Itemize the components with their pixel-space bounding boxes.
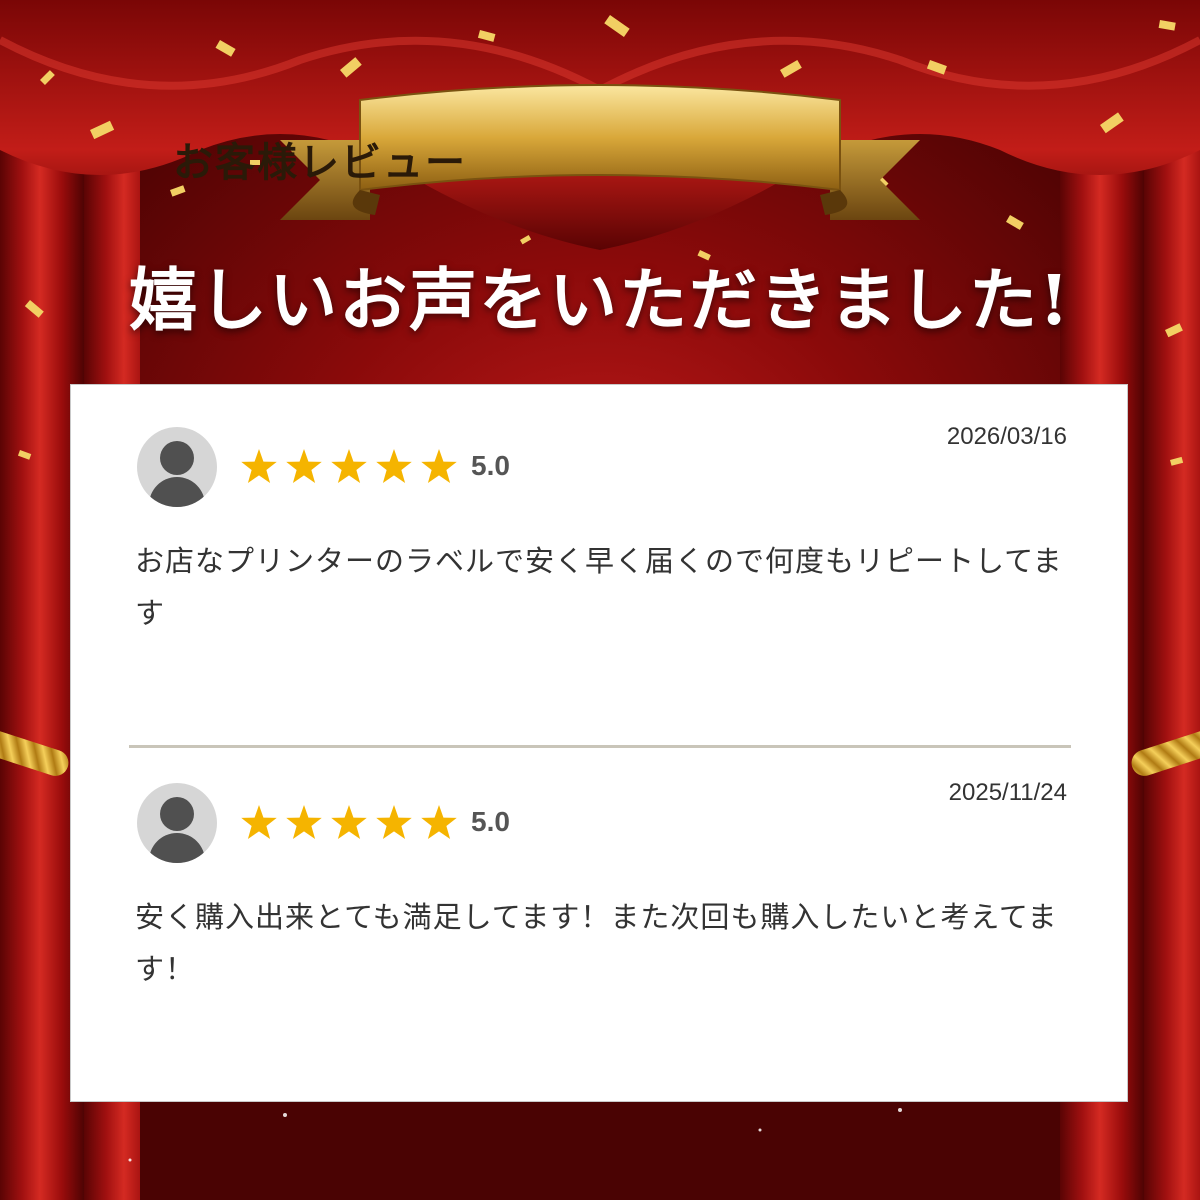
review-item: 5.0 2026/03/16 お店なプリンターのラベルで安く早く届くので何度もリ… xyxy=(71,385,1129,748)
avatar-icon xyxy=(137,783,217,863)
star-icon xyxy=(286,805,322,839)
star-icon xyxy=(331,805,367,839)
star-icon xyxy=(421,449,457,483)
rating-value: 5.0 xyxy=(471,806,510,837)
avatar-icon xyxy=(137,427,217,507)
star-icon xyxy=(376,805,412,839)
star-rating xyxy=(241,805,457,839)
star-icon xyxy=(286,449,322,483)
star-icon xyxy=(421,805,457,839)
rating-value: 5.0 xyxy=(471,450,510,481)
star-rating xyxy=(241,449,457,483)
review-page: お客様レビュー 嬉しいお声をいただきました! 5.0 2026/03/16 お店… xyxy=(0,0,1200,1200)
review-text: 安く購入出来とても満足してます！また次回も購入したいと考えてます！ xyxy=(135,900,1058,986)
star-icon xyxy=(331,449,367,483)
star-icon xyxy=(376,449,412,483)
review-date: 2026/03/16 xyxy=(946,423,1067,450)
star-icon xyxy=(241,805,277,839)
review-date: 2025/11/24 xyxy=(948,779,1067,806)
page-headline: 嬉しいお声をいただきました! xyxy=(129,261,1071,341)
reviews-card: 5.0 2026/03/16 お店なプリンターのラベルで安く早く届くので何度もリ… xyxy=(70,384,1128,1102)
star-icon xyxy=(241,449,277,483)
banner-title: お客様レビュー xyxy=(173,139,467,186)
review-item: 5.0 2025/11/24 安く購入出来とても満足してます！また次回も購入した… xyxy=(71,741,1129,1081)
review-text: お店なプリンターのラベルで安く早く届くので何度もリピートしてます xyxy=(135,544,1063,630)
